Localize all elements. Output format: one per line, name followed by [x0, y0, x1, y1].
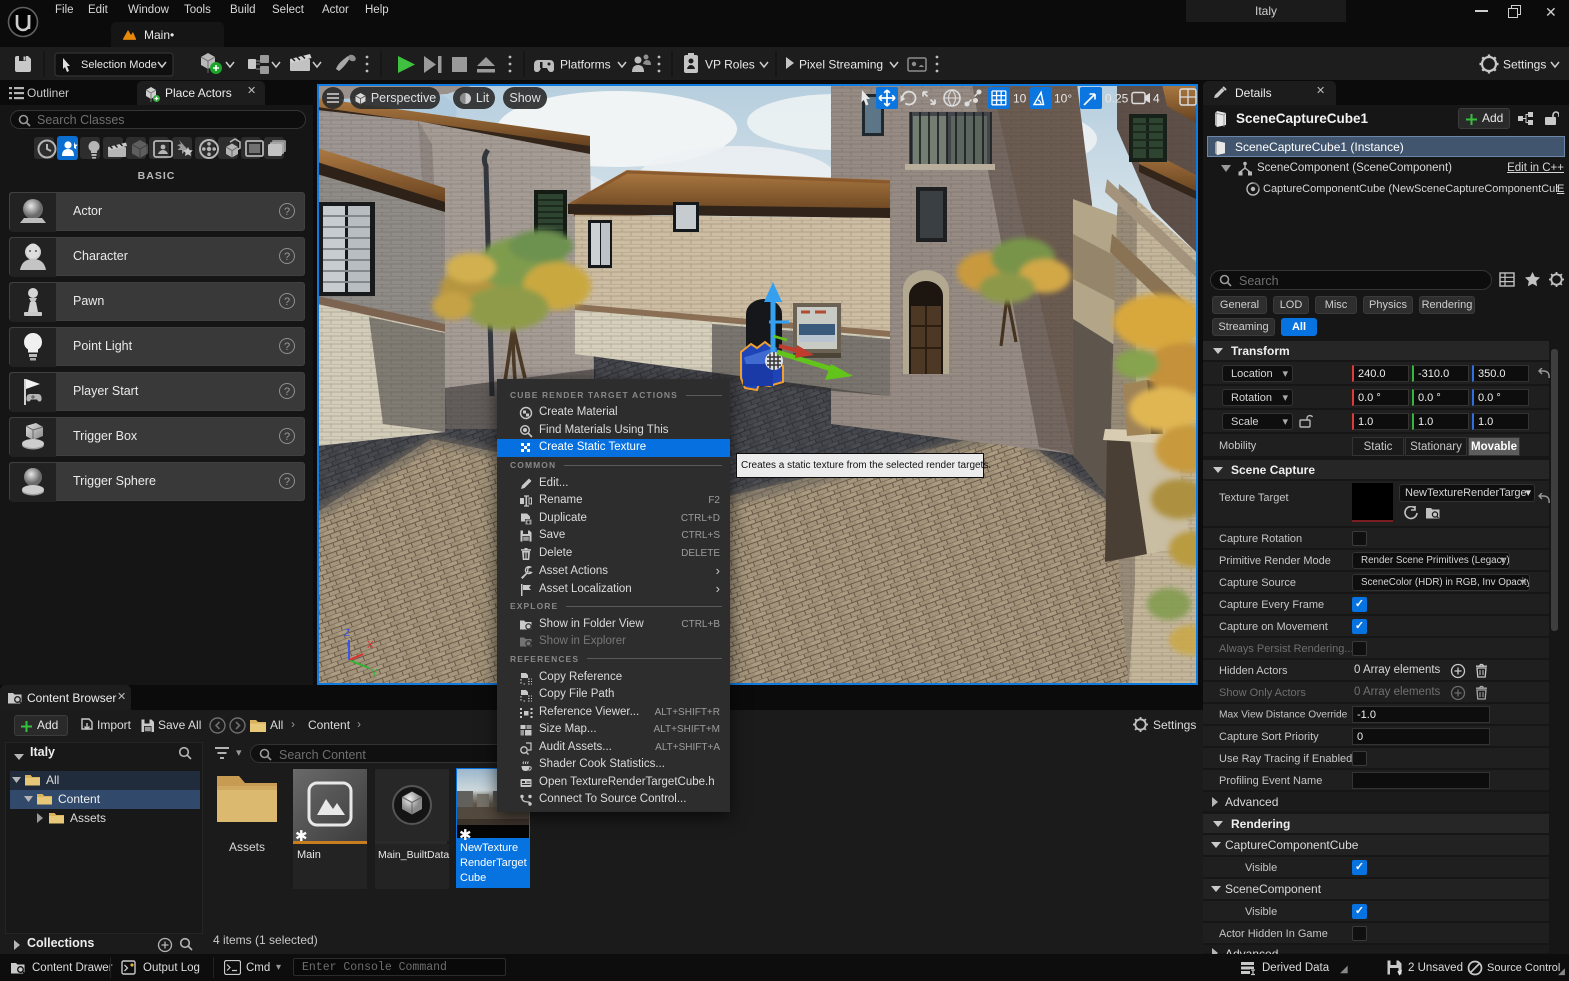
svg-text:Z: Z: [344, 628, 350, 639]
svg-text:Settings: Settings: [1503, 58, 1546, 72]
svg-text:VP Roles: VP Roles: [705, 58, 755, 72]
svg-text:4: 4: [1153, 92, 1160, 106]
svg-text:10°: 10°: [1054, 92, 1072, 106]
svg-text:0.25: 0.25: [1105, 92, 1129, 106]
svg-text:X: X: [367, 640, 374, 651]
svg-text:10: 10: [1013, 92, 1027, 106]
svg-text:Selection Mode: Selection Mode: [81, 59, 157, 71]
svg-text:Platforms: Platforms: [560, 58, 611, 72]
svg-text:Pixel Streaming: Pixel Streaming: [799, 58, 883, 72]
svg-text:Y: Y: [371, 668, 378, 679]
